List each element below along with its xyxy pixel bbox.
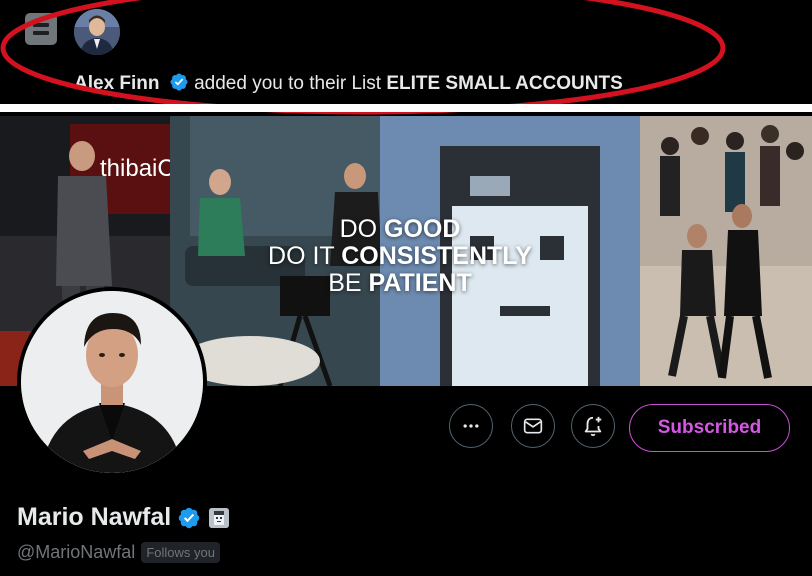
notification-text: Alex Finn added you to their List ELITE … xyxy=(74,72,623,95)
affiliate-badge-icon[interactable] xyxy=(209,507,230,528)
more-button[interactable] xyxy=(449,404,493,448)
notifier-name[interactable]: Alex Finn xyxy=(74,73,160,94)
follows-you-badge: Follows you xyxy=(141,542,220,563)
notifier-avatar[interactable] xyxy=(74,9,120,55)
list-notification[interactable]: Alex Finn added you to their List ELITE … xyxy=(0,0,812,115)
list-name-link[interactable]: ELITE SMALL ACCOUNTS xyxy=(386,73,622,94)
profile-handle-row: @MarioNawfal Follows you xyxy=(17,542,220,563)
bell-plus-icon xyxy=(584,416,602,437)
profile-name-row: Mario Nawfal xyxy=(17,503,230,532)
verified-badge-icon[interactable] xyxy=(177,506,201,530)
list-icon xyxy=(25,13,57,45)
handle: @MarioNawfal xyxy=(17,542,136,562)
display-name: Mario Nawfal xyxy=(17,503,172,531)
divider xyxy=(0,104,812,112)
profile-avatar[interactable] xyxy=(17,287,207,477)
subscribed-button[interactable]: Subscribed xyxy=(629,404,790,452)
banner-quote: DO GOOD DO IT CONSISTENTLY BE PATIENT xyxy=(268,215,532,297)
message-button[interactable] xyxy=(511,404,555,448)
mail-icon xyxy=(523,418,543,434)
verified-badge-icon xyxy=(169,72,189,92)
more-icon xyxy=(463,424,479,428)
notify-button[interactable] xyxy=(571,404,615,448)
notification-action: added you to their List xyxy=(188,73,387,94)
